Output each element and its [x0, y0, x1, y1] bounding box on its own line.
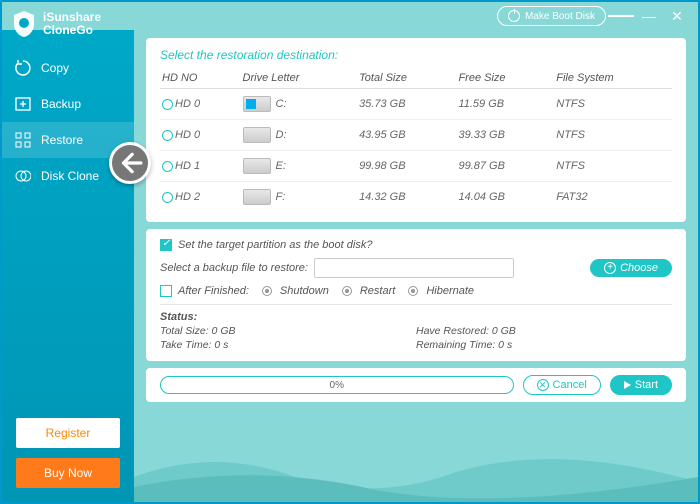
buy-now-button[interactable]: Buy Now — [16, 458, 120, 488]
col-total: Total Size — [357, 68, 456, 89]
col-fs: File System — [554, 68, 672, 89]
app-window: Make Boot Disk — ✕ iSunshareCloneGo Copy… — [0, 0, 700, 504]
status-remain: Remaining Time: 0 s — [416, 339, 672, 351]
col-free: Free Size — [456, 68, 554, 89]
hibernate-radio[interactable] — [408, 286, 418, 296]
status-total: Total Size: 0 GB — [160, 325, 416, 337]
after-finished-label: After Finished: — [178, 285, 249, 297]
cancel-label: Cancel — [553, 379, 587, 391]
options-panel: Set the target partition as the boot dis… — [146, 229, 686, 361]
arrow-annotation — [109, 142, 151, 184]
x-icon: ✕ — [537, 379, 549, 391]
backup-icon — [14, 95, 32, 113]
sidebar-item-backup[interactable]: Backup — [2, 86, 134, 122]
status-label: Status: — [160, 311, 672, 323]
cell-total: 14.32 GB — [357, 182, 456, 213]
restart-label: Restart — [360, 285, 395, 297]
disk-table: HD NO Drive Letter Total Size Free Size … — [160, 68, 672, 212]
app-logo: iSunshareCloneGo — [2, 6, 134, 50]
minimize-button[interactable]: — — [636, 5, 662, 27]
cell-free: 14.04 GB — [456, 182, 554, 213]
sidebar-label: Backup — [41, 97, 81, 111]
progress-pct: 0% — [330, 380, 344, 391]
restart-radio[interactable] — [342, 286, 352, 296]
start-button[interactable]: Start — [610, 375, 672, 395]
table-row[interactable]: HD 0C:35.73 GB11.59 GBNTFS — [160, 89, 672, 120]
drive-icon — [243, 189, 271, 205]
cell-fs: NTFS — [554, 89, 672, 120]
cell-total: 99.98 GB — [357, 151, 456, 182]
start-label: Start — [635, 379, 658, 391]
sidebar-item-copy[interactable]: Copy — [2, 50, 134, 86]
sidebar-label: Disk Clone — [41, 169, 99, 183]
sidebar-label: Copy — [41, 61, 69, 75]
hibernate-label: Hibernate — [426, 285, 474, 297]
shield-icon — [12, 10, 36, 38]
cell-fs: FAT32 — [554, 182, 672, 213]
row-radio[interactable] — [162, 130, 173, 141]
shutdown-label: Shutdown — [280, 285, 329, 297]
destination-panel: Select the restoration destination: HD N… — [146, 38, 686, 222]
cell-total: 43.95 GB — [357, 120, 456, 151]
status-restored: Have Restored: 0 GB — [416, 325, 672, 337]
close-button[interactable]: ✕ — [664, 5, 690, 27]
row-radio[interactable] — [162, 99, 173, 110]
register-button[interactable]: Register — [16, 418, 120, 448]
drive-icon — [243, 96, 271, 112]
cell-fs: NTFS — [554, 120, 672, 151]
sidebar: iSunshareCloneGo Copy Backup Restore — [2, 30, 134, 502]
status-grid: Total Size: 0 GB Have Restored: 0 GB Tak… — [160, 325, 672, 351]
cell-free: 39.33 GB — [456, 120, 554, 151]
restore-icon — [14, 131, 32, 149]
choose-label: Choose — [620, 262, 658, 274]
plus-icon: + — [604, 262, 616, 274]
logo-text: iSunshareCloneGo — [43, 11, 101, 37]
after-finished-checkbox[interactable] — [160, 285, 172, 297]
col-drive: Drive Letter — [241, 68, 358, 89]
progress-bar: 0% — [160, 376, 514, 394]
table-row[interactable]: HD 0D:43.95 GB39.33 GBNTFS — [160, 120, 672, 151]
table-row[interactable]: HD 1E:99.98 GB99.87 GBNTFS — [160, 151, 672, 182]
power-icon — [508, 10, 520, 22]
panel-title: Select the restoration destination: — [160, 48, 672, 62]
app-body: iSunshareCloneGo Copy Backup Restore — [2, 30, 698, 502]
drive-icon — [243, 127, 271, 143]
copy-icon — [14, 59, 32, 77]
cell-free: 11.59 GB — [456, 89, 554, 120]
drive-icon — [243, 158, 271, 174]
table-row[interactable]: HD 2F:14.32 GB14.04 GBFAT32 — [160, 182, 672, 213]
row-radio[interactable] — [162, 192, 173, 203]
boot-disk-label: Set the target partition as the boot dis… — [178, 239, 372, 251]
backup-file-input[interactable] — [314, 258, 514, 278]
col-hdno: HD NO — [160, 68, 241, 89]
cell-total: 35.73 GB — [357, 89, 456, 120]
play-icon — [624, 381, 631, 389]
hills-decor — [134, 442, 698, 502]
progress-panel: 0% ✕ Cancel Start — [146, 368, 686, 402]
cell-free: 99.87 GB — [456, 151, 554, 182]
status-take: Take Time: 0 s — [160, 339, 416, 351]
disk-clone-icon — [14, 167, 32, 185]
select-backup-label: Select a backup file to restore: — [160, 262, 308, 274]
make-boot-disk-button[interactable]: Make Boot Disk — [497, 6, 606, 26]
sidebar-label: Restore — [41, 133, 83, 147]
make-boot-disk-label: Make Boot Disk — [525, 11, 595, 22]
menu-button[interactable] — [608, 5, 634, 27]
boot-disk-checkbox[interactable] — [160, 239, 172, 251]
cell-fs: NTFS — [554, 151, 672, 182]
row-radio[interactable] — [162, 161, 173, 172]
cancel-button[interactable]: ✕ Cancel — [523, 375, 601, 395]
main-content: Select the restoration destination: HD N… — [134, 30, 698, 502]
choose-button[interactable]: + Choose — [590, 259, 672, 277]
shutdown-radio[interactable] — [262, 286, 272, 296]
